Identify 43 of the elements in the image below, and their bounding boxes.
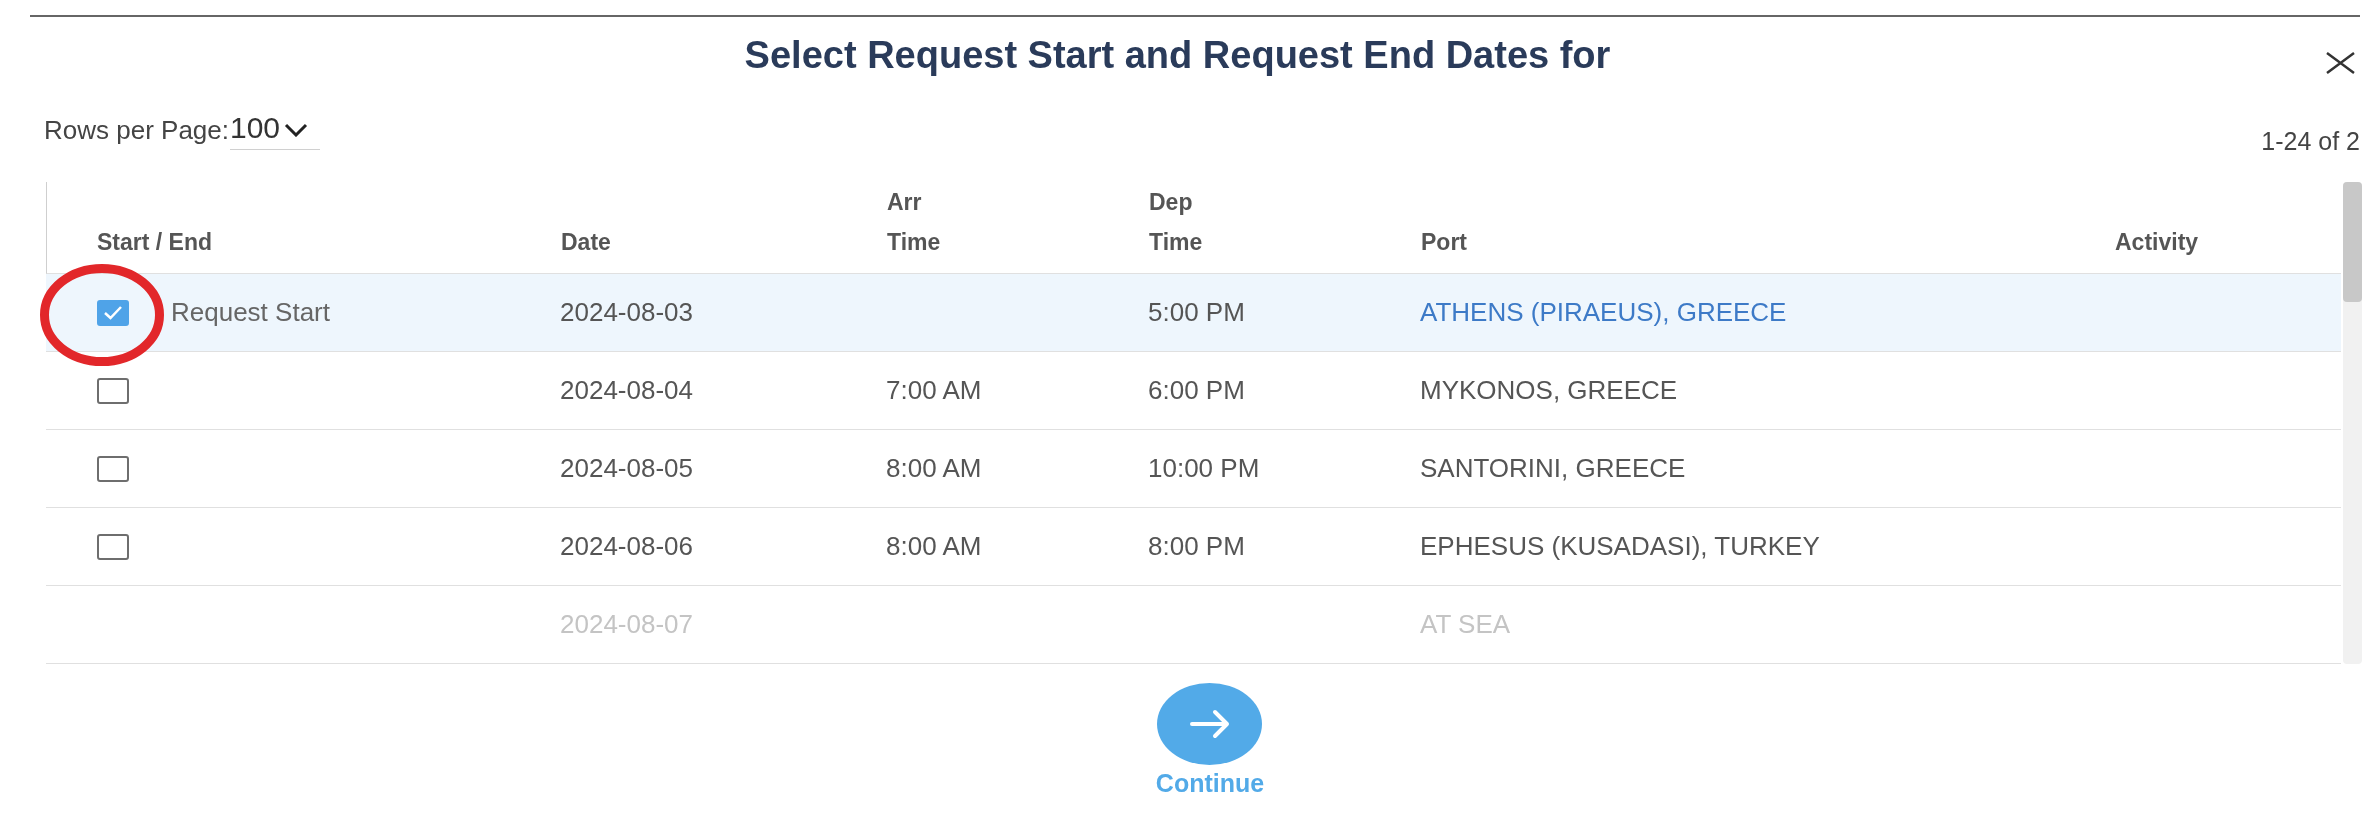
- table-cell: 8:00 PM: [1148, 531, 1245, 562]
- table-row[interactable]: Request Start 2024-08-03 5:00 PM ATHENS (PIRAEUS), GREECE: [46, 274, 2341, 352]
- table-cell: 2024-08-06: [560, 531, 693, 562]
- checkmark-icon: [103, 305, 123, 320]
- table-cell: ATHENS (PIRAEUS), GREECE: [1420, 297, 1787, 328]
- column-header: Activity: [2115, 228, 2199, 257]
- close-icon: [2325, 51, 2356, 75]
- rows-per-page-select[interactable]: 100: [230, 110, 321, 150]
- table-row[interactable]: 2024-08-04 7:00 AM 6:00 PM MYKONOS, GREECE: [46, 352, 2341, 430]
- column-header: Dep Time: [1149, 188, 1204, 257]
- rows-per-page-label: Rows per Page:: [44, 114, 229, 147]
- table-cell: 5:00 PM: [1148, 297, 1245, 328]
- column-header: Start / End: [97, 228, 212, 257]
- chevron-down-icon: [284, 123, 309, 137]
- scrollbar-thumb[interactable]: [2343, 182, 2362, 302]
- close-button[interactable]: [2325, 51, 2356, 75]
- column-header: Arr Time: [887, 188, 942, 257]
- table-cell: 8:00 AM: [886, 531, 982, 562]
- checkbox[interactable]: [97, 455, 129, 482]
- scrollbar[interactable]: [2343, 182, 2362, 664]
- table-cell: SANTORINI, GREECE: [1420, 453, 1686, 484]
- table-cell: 8:00 AM: [886, 453, 982, 484]
- start-end-label: Request Start: [171, 297, 330, 328]
- table-cell: 2024-08-05: [560, 453, 693, 484]
- column-header: Date: [561, 228, 611, 257]
- table-cell: 7:00 AM: [886, 375, 982, 406]
- table-cell: 2024-08-07: [560, 609, 693, 640]
- table-cell: MYKONOS, GREECE: [1420, 375, 1678, 406]
- table-row[interactable]: 2024-08-06 8:00 AM 8:00 PM EPHESUS (KUSADASI), TURKEY: [46, 508, 2341, 586]
- page-range-text: 1-24 of 2: [2261, 126, 2360, 156]
- table-cell: EPHESUS (KUSADASI), TURKEY: [1420, 531, 1820, 562]
- table-cell: AT SEA: [1420, 609, 1511, 640]
- arrow-right-icon: [1157, 683, 1263, 765]
- table-cell: 2024-08-04: [560, 375, 693, 406]
- table-cell: 6:00 PM: [1148, 375, 1245, 406]
- table-cell: 10:00 PM: [1148, 453, 1260, 484]
- table-row[interactable]: 2024-08-05 8:00 AM 10:00 PM SANTORINI, GREECE: [46, 430, 2341, 508]
- checkbox[interactable]: [97, 533, 129, 560]
- checkbox[interactable]: [97, 377, 129, 404]
- checkbox[interactable]: [97, 299, 129, 326]
- dialog-title: Select Request Start and Request End Dates for: [743, 33, 1612, 77]
- table-cell: 2024-08-03: [560, 297, 693, 328]
- column-header: Port: [1421, 228, 1467, 257]
